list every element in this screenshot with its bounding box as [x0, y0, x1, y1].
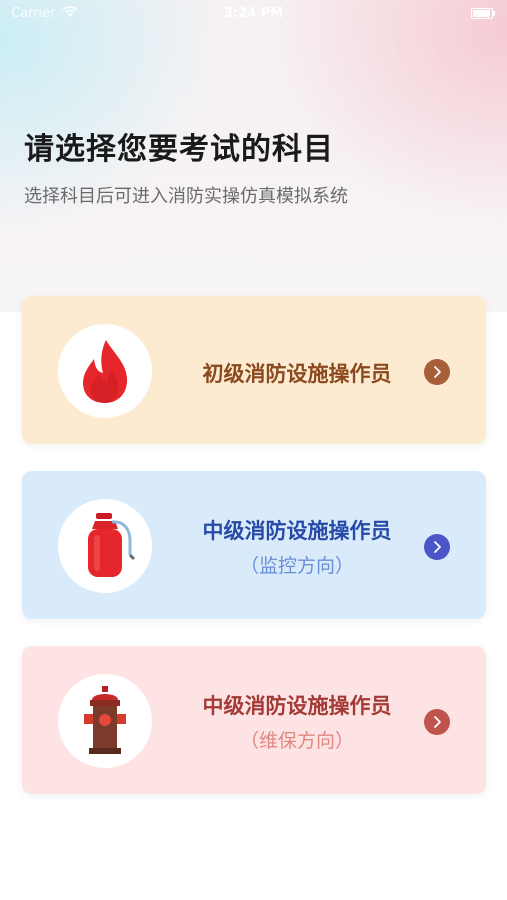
page-subtitle: 选择科目后可进入消防实操仿真模拟系统: [24, 186, 348, 207]
battery-icon: [471, 8, 495, 19]
fire-hydrant-icon: [84, 686, 126, 754]
subject-card-junior-operator[interactable]: 初级消防设施操作员: [22, 296, 486, 444]
subject-card-intermediate-monitoring[interactable]: 中级消防设施操作员 （监控方向）: [22, 471, 486, 619]
fire-extinguisher-icon: [88, 513, 136, 577]
status-bar: Carrier 3:24 PM: [0, 0, 507, 28]
subject-direction: （监控方向）: [239, 555, 354, 577]
chevron-right-icon[interactable]: [424, 709, 450, 735]
subject-card-intermediate-maintenance[interactable]: 中级消防设施操作员 （维保方向）: [22, 646, 486, 794]
subject-title: 初级消防设施操作员: [202, 362, 392, 386]
chevron-right-icon[interactable]: [424, 359, 450, 385]
subject-icon-container: [58, 499, 152, 593]
subject-icon-container: [58, 674, 152, 768]
subject-title: 中级消防设施操作员: [202, 519, 392, 543]
subject-title: 中级消防设施操作员: [202, 694, 392, 718]
flame-icon: [83, 340, 128, 403]
status-time: 3:24 PM: [223, 6, 284, 21]
page-title: 请选择您要考试的科目: [24, 132, 334, 167]
subject-direction: （维保方向）: [239, 730, 354, 752]
subject-icon-container: [58, 324, 152, 418]
chevron-right-icon[interactable]: [424, 534, 450, 560]
